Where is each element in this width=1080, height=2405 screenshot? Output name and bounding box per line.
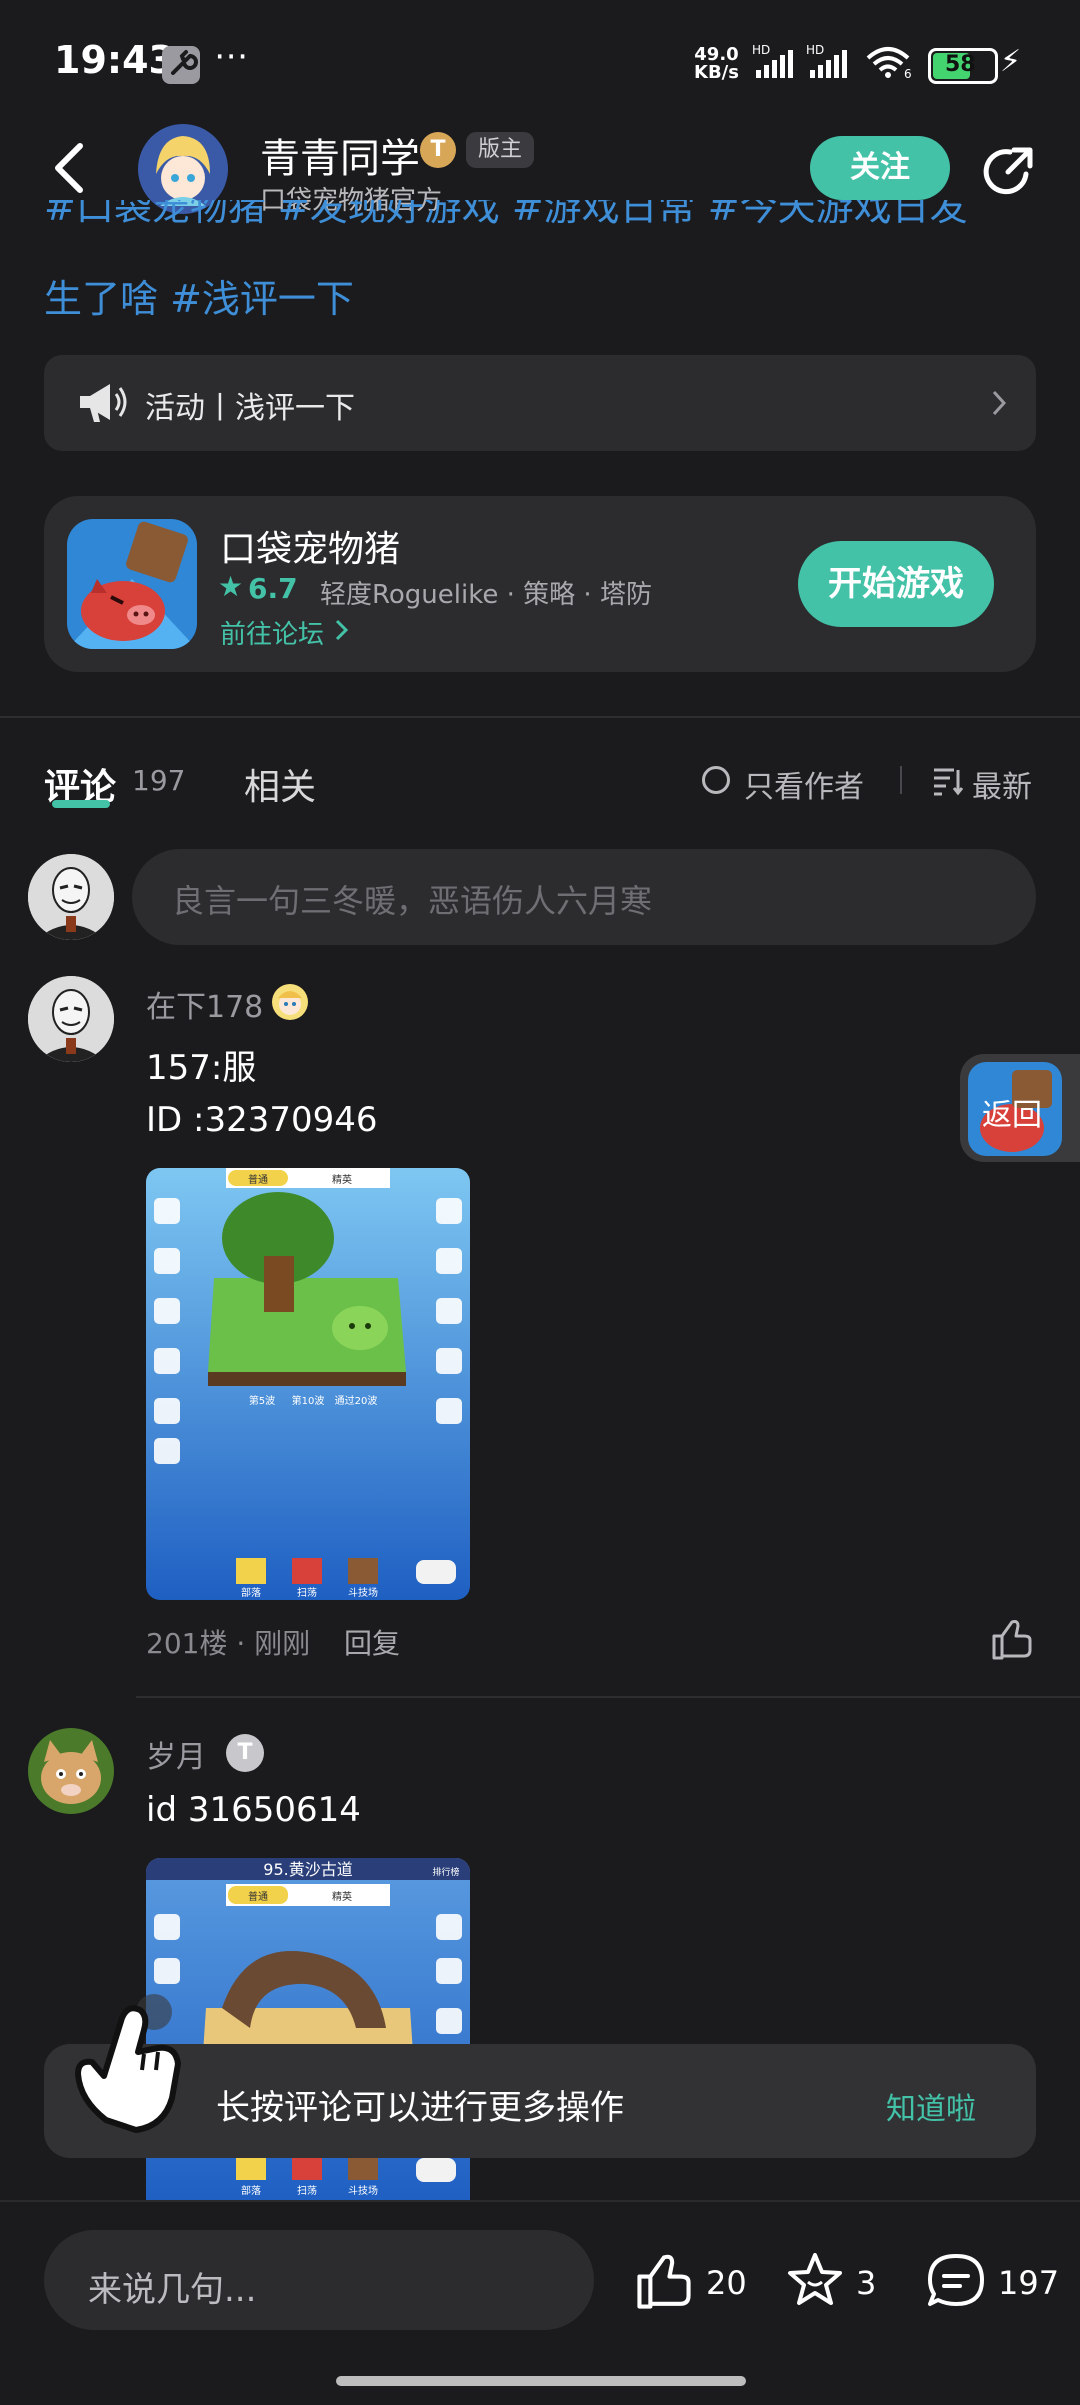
status-bar: 19:43 ⋯ 49.0 KB/s HD HD 6 58 ⚡ [0, 0, 1080, 120]
forum-chevron-icon [334, 618, 350, 642]
more-dots-icon: ⋯ [214, 36, 248, 76]
only-author-radio[interactable] [702, 766, 730, 794]
svg-text:精英: 精英 [332, 1173, 352, 1186]
comment-username[interactable]: 在下178 [146, 982, 263, 1026]
charging-icon: ⚡ [1000, 44, 1022, 79]
signal-icon-1: HD [752, 44, 798, 80]
svg-text:部落: 部落 [241, 2184, 261, 2197]
svg-text:扫荡: 扫荡 [297, 2184, 317, 2197]
back-arrow-icon[interactable] [50, 140, 90, 196]
megaphone-icon [76, 378, 128, 426]
comment-like-icon[interactable] [990, 1618, 1034, 1662]
reply-button[interactable]: 回复 [344, 1622, 400, 1662]
user-badge-icon [270, 982, 310, 1022]
comment-avatar[interactable] [28, 1728, 114, 1814]
svg-text:HD: HD [806, 44, 824, 57]
svg-text:排行榜: 排行榜 [432, 1866, 459, 1878]
activity-label: 活动丨浅评一下 [145, 391, 355, 426]
hint-toast-ack-button[interactable]: 知道啦 [886, 2084, 976, 2128]
quick-comment-placeholder: 来说几句... [88, 2270, 257, 2310]
tab-active-indicator [52, 800, 110, 808]
my-avatar[interactable] [28, 854, 114, 940]
like-icon[interactable] [634, 2252, 694, 2312]
comment-image[interactable]: 普通 精英 第5波 第10波 通过20波 部落 扫荡 斗技场 [146, 1168, 470, 1600]
author-level-badge: T [420, 132, 456, 168]
svg-text:普通: 普通 [248, 1173, 268, 1186]
forum-link[interactable]: 前往论坛 [220, 614, 324, 651]
only-author-label[interactable]: 只看作者 [744, 762, 864, 806]
svg-text:扫荡: 扫荡 [297, 1586, 317, 1599]
author-name[interactable]: 青青同学 [260, 126, 420, 184]
comment-text-line: 157:服 [146, 1048, 257, 1088]
sort-label[interactable]: 最新 [972, 762, 1032, 806]
comment-count: 197 [998, 2264, 1060, 2302]
comment-input-placeholder: 良言一句三冬暖，恶语伤人六月寒 [172, 882, 653, 920]
comments-count: 197 [132, 764, 186, 797]
game-tags: 轻度Roguelike · 策略 · 塔防 [320, 580, 652, 610]
svg-text:精英: 精英 [332, 1890, 352, 1903]
battery-icon: 58 [928, 48, 998, 84]
comment-avatar[interactable] [28, 976, 114, 1062]
svg-text:95.黄沙古道: 95.黄沙古道 [263, 1860, 352, 1879]
wrench-icon [162, 46, 200, 84]
net-speed: 49.0 KB/s [694, 44, 739, 83]
game-icon[interactable] [67, 519, 197, 649]
tab-related[interactable]: 相关 [244, 758, 316, 810]
svg-text:普通: 普通 [248, 1890, 268, 1903]
home-indicator[interactable] [336, 2376, 746, 2386]
comment-text-line: ID :32370946 [146, 1100, 378, 1140]
follow-button[interactable]: 关注 [810, 136, 950, 200]
hand-pointer-icon [66, 1990, 196, 2140]
favorite-count: 3 [856, 2264, 877, 2302]
svg-text:斗技场: 斗技场 [348, 1586, 378, 1599]
game-name[interactable]: 口袋宠物猪 [220, 520, 400, 572]
tab-separator [900, 766, 902, 794]
svg-text:第10波: 第10波 [292, 1394, 325, 1407]
share-icon[interactable] [980, 144, 1036, 200]
floating-back-label: 返回 [982, 1098, 1042, 1133]
post-tags-line1[interactable]: #口袋宠物猪 #发现好游戏 #游戏日常 #今天游戏日发 [44, 200, 1024, 240]
comment-username[interactable]: 岁月 [146, 1732, 206, 1776]
comment-text-line: id 31650614 [146, 1790, 361, 1830]
user-level-badge: T [226, 1734, 264, 1772]
hint-toast-text: 长按评论可以进行更多操作 [216, 2088, 624, 2128]
rating-star-icon: ★ [218, 570, 244, 603]
post-tags-line2[interactable]: 生了啥 #浅评一下 [44, 268, 354, 323]
svg-text:部落: 部落 [241, 1586, 261, 1599]
comment-meta: 201楼 · 刚刚 [146, 1627, 311, 1660]
start-game-button[interactable]: 开始游戏 [798, 541, 994, 627]
svg-text:6: 6 [904, 67, 912, 80]
comment-divider [136, 1696, 1080, 1698]
sort-icon[interactable] [932, 766, 964, 796]
star-favorite-icon[interactable] [784, 2250, 846, 2312]
wifi-icon: 6 [864, 44, 916, 80]
like-count: 20 [706, 2264, 747, 2302]
section-divider [0, 716, 1080, 718]
svg-text:通过20波: 通过20波 [335, 1394, 378, 1407]
comment-bubble-icon[interactable] [924, 2250, 988, 2312]
svg-text:斗技场: 斗技场 [348, 2184, 378, 2197]
chevron-right-icon [990, 388, 1010, 418]
game-rating: 6.7 [248, 572, 298, 605]
signal-icon-2: HD [806, 44, 852, 80]
svg-text:第5波: 第5波 [249, 1394, 275, 1407]
moderator-badge: 版主 [466, 132, 535, 168]
status-time: 19:43 [54, 38, 175, 82]
svg-text:HD: HD [752, 44, 770, 57]
